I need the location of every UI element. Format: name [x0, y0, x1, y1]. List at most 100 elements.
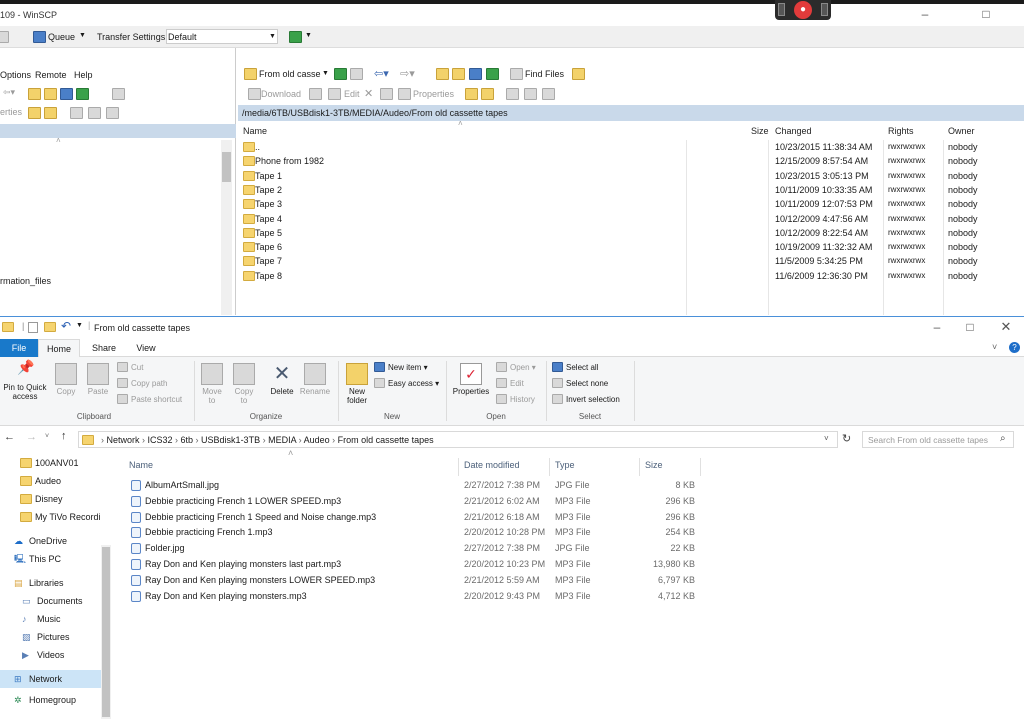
breadcrumb-item[interactable]: 6tb: [181, 435, 194, 445]
col-owner[interactable]: Owner: [948, 126, 975, 136]
col-changed[interactable]: Changed: [775, 126, 812, 136]
up-arrow-icon[interactable]: ↑: [61, 430, 67, 442]
copy-to-button[interactable]: Copy to: [230, 363, 258, 405]
minimize-button[interactable]: –: [929, 321, 945, 333]
file-row[interactable]: Ray Don and Ken playing monsters LOWER S…: [113, 573, 713, 589]
nav-item[interactable]: ✲ Homegroup: [0, 691, 101, 709]
forward-arrow-icon[interactable]: ⇨▾: [400, 67, 415, 80]
remote-path[interactable]: /media/6TB/USBdisk1-3TB/MEDIA/Audeo/From…: [238, 105, 1024, 121]
widget-left-handle[interactable]: [778, 3, 785, 16]
file-row[interactable]: Ray Don and Ken playing monsters.mp3 2/20…: [113, 589, 713, 605]
move-to-button[interactable]: Move to: [198, 363, 226, 405]
remote-row[interactable]: Tape 8 11/6/2009 12:36:30 PM rwxrwxrwx nobo…: [236, 269, 1024, 283]
new-item-button[interactable]: New item ▾: [374, 360, 428, 376]
back-arrow-icon[interactable]: ←: [4, 431, 15, 443]
menu-options[interactable]: Options: [0, 70, 31, 80]
file-row[interactable]: Debbie practicing French 1 Speed and Noi…: [113, 510, 713, 526]
file-row[interactable]: AlbumArtSmall.jpg 2/27/2012 7:38 PM JPG Fi…: [113, 478, 713, 494]
breadcrumb-item[interactable]: MEDIA: [268, 435, 296, 445]
properties-button[interactable]: ✓ Properties: [450, 363, 492, 396]
refresh-icon[interactable]: [76, 88, 89, 100]
breadcrumb-separator-icon[interactable]: ›: [296, 435, 304, 445]
nav-item[interactable]: 100ANV01: [0, 454, 101, 472]
find-files-icon[interactable]: [510, 68, 523, 80]
plus-icon[interactable]: [70, 107, 83, 119]
copy-button[interactable]: Copy: [52, 363, 80, 396]
pin-quick-access-button[interactable]: 📌 Pin to Quick access: [0, 360, 50, 401]
filter-icon[interactable]: [542, 88, 555, 100]
search-input[interactable]: Search From old cassette tapes: [868, 435, 988, 445]
tab-home[interactable]: Home: [38, 339, 80, 357]
remote-row[interactable]: Tape 1 10/23/2015 3:05:13 PM rwxrwxrwx nobo…: [236, 169, 1024, 183]
paste-button[interactable]: Paste: [84, 363, 112, 396]
select-all-button[interactable]: Select all: [552, 360, 598, 376]
tab-share[interactable]: Share: [84, 339, 124, 357]
home-icon[interactable]: [469, 68, 482, 80]
breadcrumb-item[interactable]: USBdisk1-3TB: [201, 435, 260, 445]
filter-icon[interactable]: [350, 68, 363, 80]
nav-item[interactable]: 🖳 This PC: [0, 550, 101, 568]
remote-row[interactable]: Tape 5 10/12/2009 8:22:54 AM rwxrwxrwx nobo…: [236, 226, 1024, 240]
new-folder-button[interactable]: New folder: [342, 363, 372, 405]
transfer-settings-select[interactable]: Default ▼: [166, 29, 278, 44]
nav-item[interactable]: ▨ Pictures: [0, 628, 101, 646]
find-icon[interactable]: [112, 88, 125, 100]
sync-icon[interactable]: [0, 31, 9, 43]
file-row[interactable]: Debbie practicing French 1 LOWER SPEED.m…: [113, 494, 713, 510]
breadcrumb-item[interactable]: Audeo: [304, 435, 330, 445]
remote-row[interactable]: .. 10/23/2015 11:38:34 AM rwxrwxrwx nobody: [236, 140, 1024, 154]
remote-row[interactable]: Tape 4 10/12/2009 4:47:56 AM rwxrwxrwx nobo…: [236, 212, 1024, 226]
col-name[interactable]: Name: [129, 460, 153, 470]
quick-access-dropdown-icon[interactable]: ▼: [76, 322, 83, 329]
nav-item[interactable]: ▭ Documents: [0, 592, 101, 610]
refresh-icon[interactable]: ↻: [842, 432, 851, 445]
maximize-button[interactable]: □: [978, 8, 994, 20]
queue-dropdown-icon[interactable]: ▼: [79, 32, 86, 39]
file-row[interactable]: Folder.jpg 2/27/2012 7:38 PM JPG File 22 KB: [113, 541, 713, 557]
search-box[interactable]: Search From old cassette tapes ⌕: [862, 431, 1014, 448]
nav-scroll-thumb[interactable]: [102, 547, 110, 717]
home-icon[interactable]: [60, 88, 73, 100]
minus-icon[interactable]: [88, 107, 101, 119]
breadcrumb-separator-icon[interactable]: ›: [193, 435, 201, 445]
breadcrumb-separator-icon[interactable]: ›: [173, 435, 181, 445]
delete-button[interactable]: ✕ Delete: [266, 363, 298, 396]
microphone-icon[interactable]: ●: [794, 1, 812, 19]
invert-selection-button[interactable]: Invert selection: [552, 392, 620, 408]
maximize-button[interactable]: □: [962, 321, 978, 333]
folder-up-icon[interactable]: [28, 88, 41, 100]
preferences-icon[interactable]: [289, 31, 302, 43]
col-date-modified[interactable]: Date modified: [464, 460, 520, 470]
rename-button[interactable]: Rename: [298, 363, 332, 396]
nav-item[interactable]: Audeo: [0, 472, 101, 490]
forward-arrow-icon[interactable]: →: [26, 431, 37, 443]
download-options-icon[interactable]: [309, 88, 322, 100]
local-properties-button[interactable]: erties: [0, 107, 22, 117]
bookmark-icon[interactable]: [572, 68, 585, 80]
breadcrumb-separator-icon[interactable]: ›: [140, 435, 148, 445]
breadcrumb-item[interactable]: From old cassette tapes: [338, 435, 434, 445]
col-rights[interactable]: Rights: [888, 126, 914, 136]
remote-row[interactable]: Phone from 1982 12/15/2009 8:57:54 AM rwxr…: [236, 154, 1024, 168]
rename-icon[interactable]: [380, 88, 393, 100]
new-folder-icon[interactable]: [28, 107, 41, 119]
file-row[interactable]: Debbie practicing French 1.mp3 2/20/2012 …: [113, 525, 713, 541]
widget-right-handle[interactable]: [821, 3, 828, 16]
back-icon[interactable]: ⇦▾: [3, 87, 15, 98]
nav-item[interactable]: My TiVo Recordi: [0, 508, 101, 526]
chevron-down-icon[interactable]: ˅: [992, 342, 997, 352]
easy-access-button[interactable]: Easy access ▾: [374, 376, 439, 392]
edit-button[interactable]: Edit: [344, 89, 360, 99]
preferences-dropdown-icon[interactable]: ▼: [305, 32, 312, 39]
refresh-icon[interactable]: [486, 68, 499, 80]
queue-button[interactable]: Queue: [48, 32, 75, 42]
open-button[interactable]: Open ▾: [496, 360, 536, 376]
col-type[interactable]: Type: [555, 460, 575, 470]
local-scrollbar[interactable]: [221, 140, 232, 315]
remote-row[interactable]: Tape 2 10/11/2009 10:33:35 AM rwxrwxrwx nob…: [236, 183, 1024, 197]
file-row[interactable]: Ray Don and Ken playing monsters last pa…: [113, 557, 713, 573]
address-bar[interactable]: › Network › ICS32 › 6tb › USBdisk1-3TB ›…: [78, 431, 838, 448]
download-icon[interactable]: [248, 88, 261, 100]
breadcrumb-separator-icon[interactable]: ›: [330, 435, 338, 445]
root-dir-icon[interactable]: [452, 68, 465, 80]
